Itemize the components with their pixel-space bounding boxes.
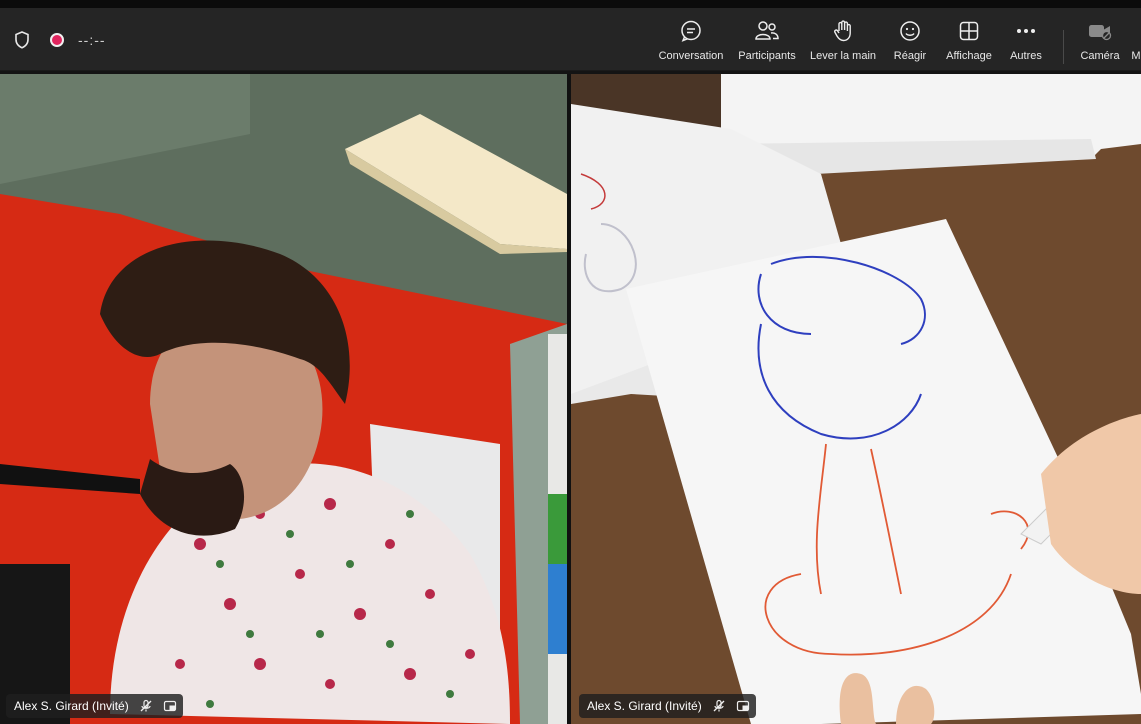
people-icon <box>754 18 780 44</box>
participants-button[interactable]: Participants <box>734 18 800 68</box>
meeting-timer: --:-- <box>78 32 106 48</box>
participant-name: Alex S. Girard (Invité) <box>587 699 702 713</box>
conversation-button[interactable]: Conversation <box>656 18 726 68</box>
raise-hand-button[interactable]: Lever la main <box>806 18 880 68</box>
conversation-label: Conversation <box>658 50 724 62</box>
camera-icon <box>1087 18 1113 44</box>
raise-hand-label: Lever la main <box>809 50 877 62</box>
view-label: Affichage <box>946 50 992 62</box>
participant-nametag-left: Alex S. Girard (Invité) <box>6 694 183 718</box>
meeting-toolbar: --:-- Conversation Participants Lever la… <box>0 8 1141 71</box>
mic-button[interactable]: M <box>1131 18 1141 68</box>
grid-view-icon <box>956 18 982 44</box>
mic-muted-icon <box>713 699 725 712</box>
participant-video-right <box>571 74 1141 724</box>
chat-icon <box>678 18 704 44</box>
more-label: Autres <box>1010 50 1042 62</box>
react-label: Réagir <box>893 50 927 62</box>
participant-video-left <box>0 74 567 724</box>
more-icon <box>1013 18 1039 44</box>
window-top-strip <box>0 0 1141 8</box>
meeting-status: --:-- <box>14 30 106 50</box>
mic-muted-icon <box>140 699 152 712</box>
camera-button[interactable]: Caméra <box>1076 18 1124 68</box>
mic-icon <box>1131 18 1141 44</box>
camera-label: Caméra <box>1080 50 1120 62</box>
shield-icon[interactable] <box>14 31 30 49</box>
participants-label: Participants <box>738 50 796 62</box>
react-button[interactable]: Réagir <box>890 18 930 68</box>
raise-hand-icon <box>830 18 856 44</box>
participant-nametag-right: Alex S. Girard (Invité) <box>579 694 756 718</box>
participant-name: Alex S. Girard (Invité) <box>14 699 129 713</box>
more-button[interactable]: Autres <box>1006 18 1046 68</box>
toolbar-separator <box>1063 30 1064 64</box>
video-tile-left[interactable]: Alex S. Girard (Invité) <box>0 74 567 724</box>
view-button[interactable]: Affichage <box>941 18 997 68</box>
video-tile-right[interactable]: Alex S. Girard (Invité) <box>571 74 1141 724</box>
recording-indicator-icon <box>50 33 64 47</box>
pin-video-icon[interactable] <box>163 699 177 713</box>
smiley-icon <box>897 18 923 44</box>
mic-label: M <box>1131 50 1141 62</box>
pin-video-icon[interactable] <box>736 699 750 713</box>
